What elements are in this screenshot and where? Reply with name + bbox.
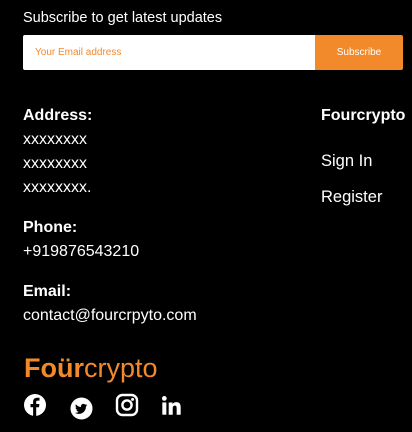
address-line-2: xxxxxxxx — [23, 155, 87, 172]
address-block: Address: xxxxxxxx xxxxxxxx xxxxxxxx. — [23, 104, 92, 200]
email-link[interactable]: contact@fourcrpyto.com — [23, 304, 197, 328]
phone-number: +919876543210 — [23, 243, 140, 260]
logo-light-text: crypto — [84, 353, 158, 383]
instagram-icon[interactable] — [115, 393, 139, 417]
email-block: Email: contact@fourcrpyto.com — [23, 280, 197, 328]
email-label: Email: — [23, 283, 72, 300]
address-label: Address: — [23, 107, 93, 124]
address-line-3: xxxxxxxx. — [23, 179, 92, 196]
facebook-icon[interactable] — [23, 393, 47, 417]
address-line-1: xxxxxxxx — [23, 131, 87, 148]
twitter-icon[interactable] — [70, 397, 93, 420]
phone-block: Phone: +919876543210 — [23, 216, 139, 264]
fourcrypto-logo[interactable]: Foürcrypto — [24, 351, 158, 385]
email-input[interactable] — [23, 35, 315, 70]
brand-column: Fourcrypto — [321, 104, 405, 128]
logo-bold-text: Foür — [24, 353, 84, 383]
phone-label: Phone: — [23, 219, 78, 236]
linkedin-icon[interactable] — [161, 395, 182, 416]
subscribe-form: Subscribe — [23, 35, 403, 70]
brand-column-title: Fourcrypto — [321, 107, 406, 124]
register-link[interactable]: Register — [321, 188, 382, 207]
signin-link[interactable]: Sign In — [321, 152, 372, 171]
subscribe-button[interactable]: Subscribe — [315, 35, 403, 70]
subscribe-heading: Subscribe to get latest updates — [23, 10, 223, 26]
